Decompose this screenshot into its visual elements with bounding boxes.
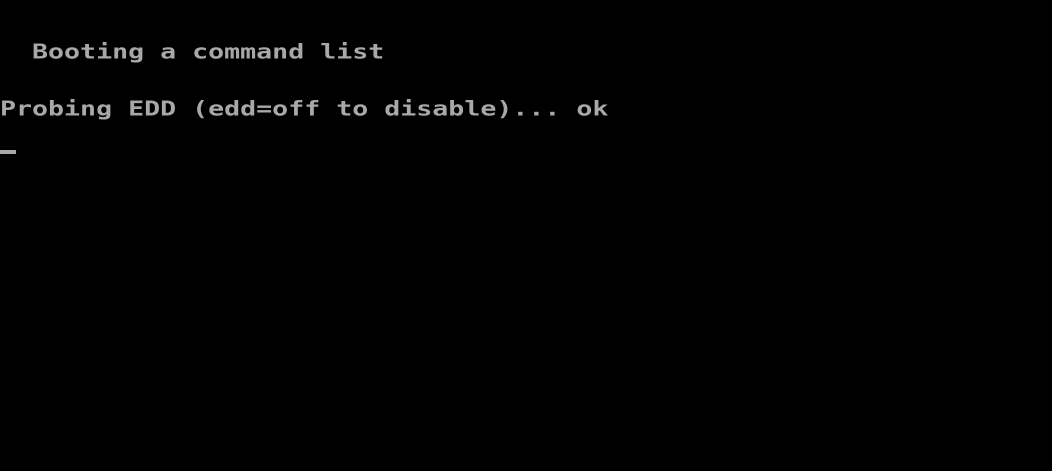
console-line-boot-message: Booting a command list	[0, 39, 385, 64]
console-line-edd-probe: Probing EDD (edd=off to disable)... ok	[0, 96, 609, 121]
text-cursor	[0, 150, 16, 154]
